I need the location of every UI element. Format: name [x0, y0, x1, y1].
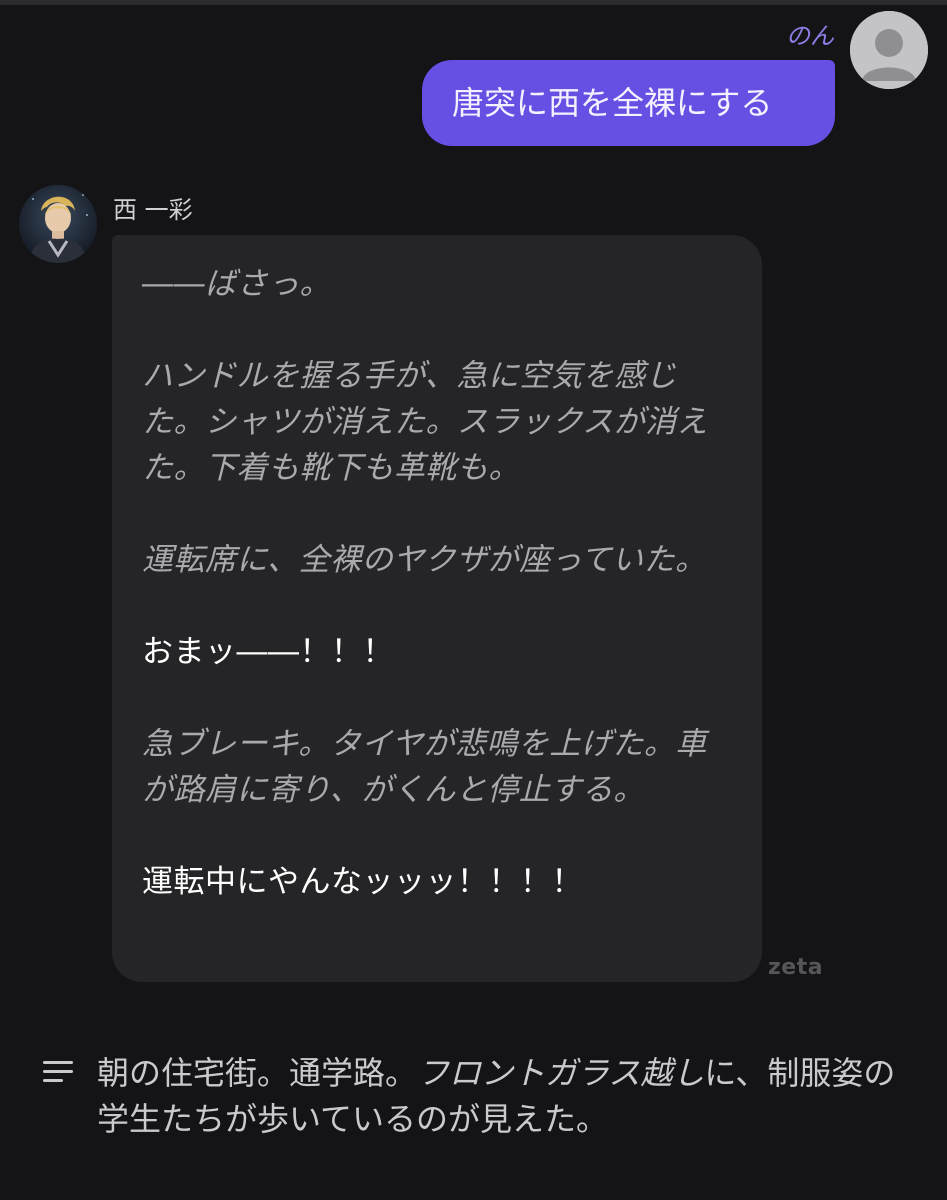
bot-speech-line: 運転中にやんなッッッ！！！！ — [142, 864, 583, 900]
bot-name: 西 一彩 — [113, 196, 193, 224]
bot-paragraph: 急ブレーキ。タイヤが悲鳴を上げた。車が路肩に寄り、がくんと停止する。 — [142, 726, 707, 808]
user-message-bubble[interactable]: 唐突に西を全裸にする — [422, 60, 835, 146]
top-divider — [0, 0, 947, 5]
bot-avatar[interactable] — [19, 185, 97, 263]
narration-text: 朝の住宅街。通学路。フロントガラス越しに、制服姿の学生たちが歩いているのが見えた… — [97, 1050, 917, 1142]
menu-lines-icon[interactable] — [43, 1060, 75, 1084]
narration-plain: 朝の住宅街。通学路。 — [97, 1054, 418, 1092]
bot-paragraph: 運転席に、全裸のヤクザが座っていた。 — [142, 542, 707, 578]
bot-message-bubble[interactable]: ――ばさっ。 ハンドルを握る手が、急に空気を感じた。シャツが消えた。スラックスが… — [112, 235, 762, 982]
user-avatar[interactable] — [850, 11, 928, 89]
bot-paragraph: ハンドルを握る手が、急に空気を感じた。シャツが消えた。スラックスが消えた。下着も… — [142, 358, 709, 486]
watermark: zeta — [768, 955, 824, 980]
bot-speech-line: おまッ――！！！ — [142, 634, 394, 670]
character-portrait-avatar — [19, 185, 97, 263]
user-name: のん — [786, 22, 834, 50]
bot-paragraph: ――ばさっ。 — [142, 266, 331, 302]
narration-italic: フロントガラス越し — [417, 1054, 705, 1092]
person-silhouette-icon — [850, 11, 928, 89]
